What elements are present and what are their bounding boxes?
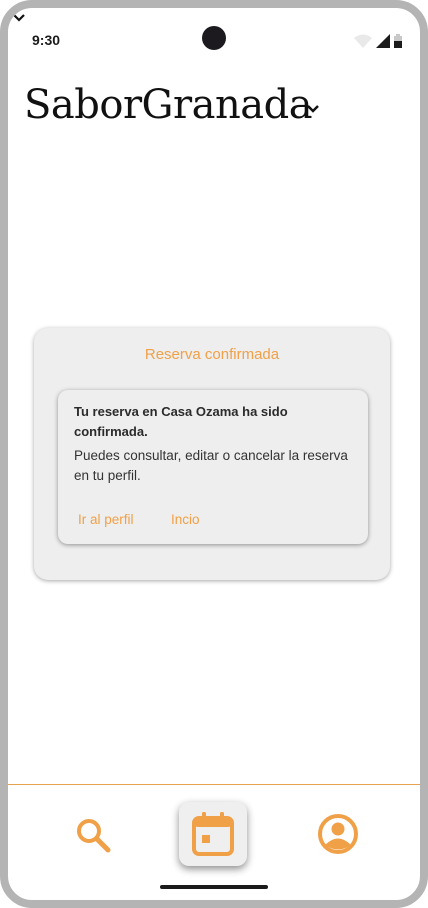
cellular-signal-icon [376,34,390,48]
nav-reservations-button[interactable] [179,802,247,866]
app-title: SaborGranada [24,82,313,128]
card-title: Tu reserva en Casa Ozama ha sido confirm… [74,404,288,439]
status-icons [354,34,402,48]
dialog-heading: Reserva confirmada [144,346,280,363]
account-circle-icon[interactable] [316,812,360,856]
wifi-icon [354,34,372,48]
go-to-profile-button[interactable]: Ir al perfil [74,508,138,531]
bottom-nav-divider [8,784,420,785]
status-time: 9:30 [32,32,61,48]
front-camera [202,26,226,50]
calendar-icon [192,812,234,856]
reservation-confirmed-dialog: Reserva confirmada Tu reserva en Casa Oz… [34,328,390,580]
chevron-down-icon[interactable] [304,102,322,116]
status-bar: 9:30 [8,8,420,56]
battery-icon [394,34,402,48]
confirmation-card: Tu reserva en Casa Ozama ha sido confirm… [58,390,368,544]
search-icon[interactable] [72,814,116,858]
card-body: Puedes consultar, editar o cancelar la r… [74,448,348,483]
home-button[interactable]: Incio [167,508,204,531]
home-indicator[interactable] [160,885,268,889]
device-frame: 9:30 SaborGranada Reserva confirmada Tu … [0,0,428,908]
